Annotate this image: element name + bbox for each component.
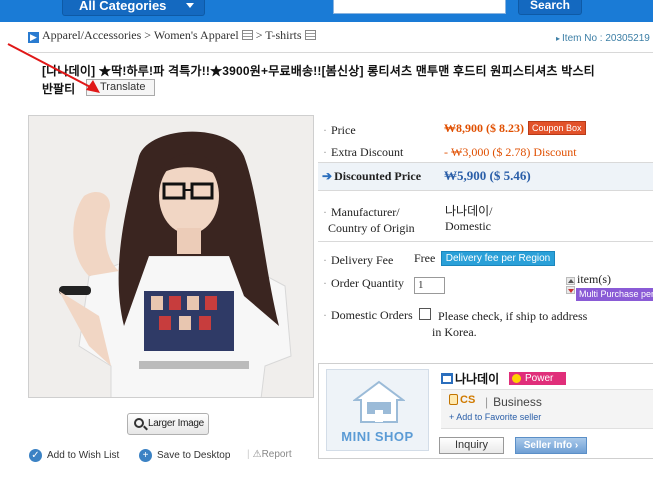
quantity-unit: item(s) [577,272,611,286]
delivery-fee-value: Free [414,251,436,265]
discounted-price-value: ₩5,900 ($ 5.46) [444,168,531,183]
report-link[interactable]: | ⚠Report [247,449,292,460]
wish-list-label: Add to Wish List [47,450,120,462]
model-image [29,116,313,397]
quantity-down-button[interactable] [566,286,575,294]
price-label: · Price [323,123,356,137]
section-divider [318,241,653,242]
save-desktop-label: Save to Desktop [157,450,231,462]
extra-discount-value: - ₩3,000 ($ 2.78) Discount [444,145,577,159]
plus-icon: + [449,412,455,422]
list-icon[interactable] [304,30,316,40]
store-icon [441,373,453,384]
domestic-orders-label: · Domestic Orders [323,308,413,322]
domestic-orders-checkbox[interactable] [419,308,431,320]
search-button[interactable]: Search [518,0,582,15]
business-label: | Business [485,395,542,409]
quantity-up-button[interactable] [566,277,575,285]
country-of-origin-label: Country of Origin [328,221,415,235]
domestic-note-2: in Korea. [432,325,477,339]
report-label: Report [261,449,292,460]
search-input[interactable] [333,0,506,14]
item-number-value: 20305219 [605,33,650,44]
quantity-input[interactable]: 1 [414,277,445,294]
discounted-price-label: ➔ Discounted Price [322,169,422,183]
larger-image-button[interactable]: Larger Image [127,413,209,435]
list-icon[interactable] [241,30,253,40]
price-amount: ₩8,900 ($ 8.23) [444,121,524,135]
red-arrow-annotation-icon [7,43,100,93]
order-quantity-label: · Order Quantity [323,276,404,290]
power-badge: Power [509,372,566,385]
origin-value: Domestic [445,219,491,233]
breadcrumb-sep: > [255,28,263,42]
magnifier-icon [134,418,144,428]
inquiry-button[interactable]: Inquiry [439,437,504,454]
item-number: ▸ Item No : 20305219 [556,33,650,44]
add-to-wish-list-link[interactable]: ✓ Add to Wish List [29,449,119,462]
add-to-favorite-seller-link[interactable]: + Add to Favorite seller [449,412,541,422]
price-value: ₩8,900 ($ 8.23) Coupon Box [444,121,586,136]
triangle-icon: ▸ [556,34,561,43]
chevron-right-icon: › [574,440,579,451]
breadcrumb-leaf[interactable]: T-shirts [265,28,301,42]
chevron-down-icon [186,3,194,8]
larger-image-label: Larger Image [148,418,204,429]
check-circle-icon: ✓ [29,449,42,462]
cs-badge: CS [449,394,475,406]
title-divider [28,52,653,53]
manufacturer-value: 나나데이/ [445,204,493,218]
all-categories-label: All Categories [79,0,167,13]
plus-circle-icon: + [139,449,152,462]
manufacturer-label: · Manufacturer/ [323,205,400,219]
lightbulb-icon [512,374,521,383]
extra-discount-label: · Extra Discount [323,145,404,159]
coupon-box-button[interactable]: Coupon Box [528,121,586,135]
mini-shop-label: MINI SHOP [341,429,414,444]
delivery-fee-label: · Delivery Fee [323,253,394,267]
seller-info-button[interactable]: Seller Info › [515,437,587,454]
divider: | [247,449,250,460]
item-number-label: Item No : [562,33,603,44]
house-icon [353,380,405,423]
product-title: [나나데이] ★딱!하루!파 격특가!!★3900원+무료배송!![봄신상] 롱… [42,64,595,78]
report-icon: ⚠ [252,449,262,460]
all-categories-dropdown[interactable]: All Categories [62,0,205,16]
domestic-note: Please check, if ship to address [438,309,588,323]
product-photo[interactable] [28,115,314,398]
seller-name[interactable]: 나나데이 [441,370,499,387]
lock-icon [449,394,458,405]
multi-purchase-badge[interactable]: Multi Purchase per [576,288,653,301]
save-to-desktop-link[interactable]: + Save to Desktop [139,449,230,462]
delivery-fee-region-button[interactable]: Delivery fee per Region [441,251,555,266]
